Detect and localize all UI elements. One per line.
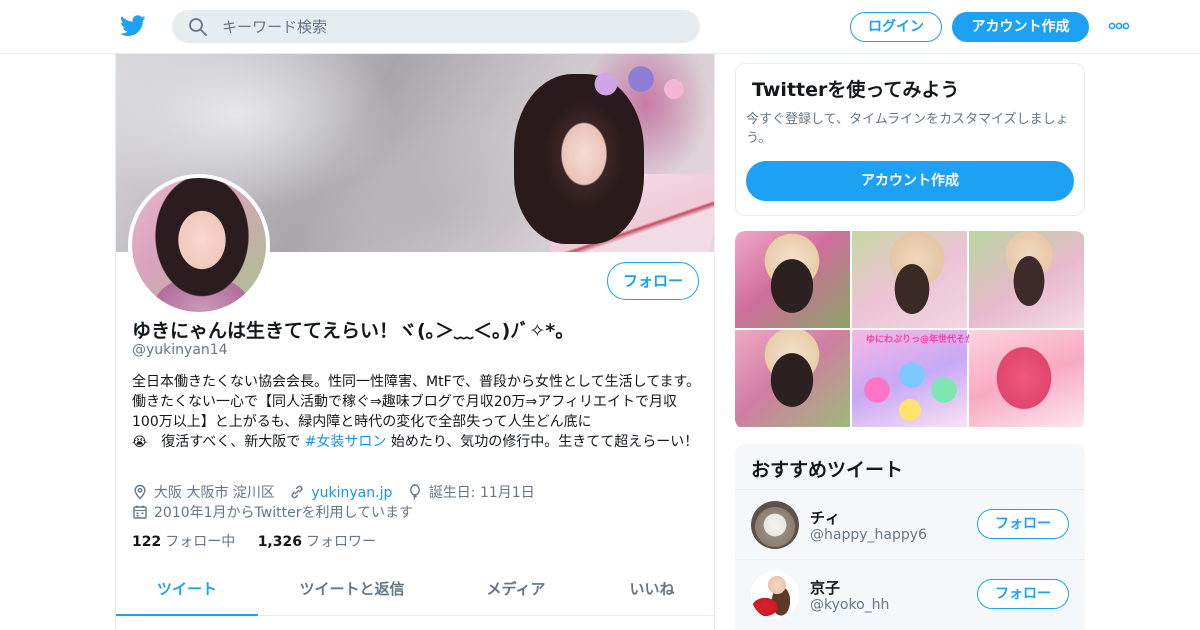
bio-text: 全日本働きたくない協会会長。性同一性障害、MtFで、普段から女性として生活してま… [132, 374, 701, 430]
joined-text: 2010年1月からTwitterを利用しています [154, 505, 414, 521]
location-item: 大阪 大阪市 淀川区 [132, 482, 275, 502]
media-thumbnail[interactable]: ゆにわぷりっ@年世代そかわいいしたゃれ♥ [852, 330, 1045, 427]
media-grid: ゆにわぷりっ@年世代そかわいいしたゃれ♥ [735, 231, 1085, 429]
birthday-text: 誕生日: 11月1日 [428, 485, 535, 501]
followers-count: 1,326 [257, 534, 302, 550]
calendar-icon [133, 505, 147, 519]
birthday-item: 誕生日: 11月1日 [407, 482, 535, 502]
follow-button[interactable]: フォロー [607, 262, 699, 300]
tab-likes[interactable]: いいね [608, 564, 696, 616]
following-label: フォロー中 [165, 534, 236, 550]
tab-tweets-and-replies[interactable]: ツイートと返信 [278, 564, 426, 616]
media-thumbnail[interactable] [969, 330, 1084, 427]
following-count-link[interactable]: 122 フォロー中 [132, 534, 235, 550]
profile-meta: 大阪 大阪市 淀川区 yukinyan.jp 誕生日: 11月1日 [132, 482, 545, 502]
bio-text: 始めたり、気功の修行中。生きてて超えらーい！ [386, 434, 699, 450]
media-thumbnail[interactable] [735, 330, 850, 427]
hashtag-link[interactable]: #女装サロン [305, 434, 387, 450]
profile-avatar[interactable] [128, 174, 270, 316]
signup-button[interactable]: アカウント作成 [952, 12, 1089, 42]
signup-card-title: Twitterを使ってみよう [752, 79, 960, 101]
recommended-title: おすすめツイート [751, 459, 904, 481]
signup-card-text: 今すぐ登録して、タイムラインをカスタマイズしましょう。 [746, 112, 1069, 146]
more-icon[interactable] [1108, 22, 1130, 30]
user-name[interactable]: 京子 [810, 577, 840, 598]
profile-tabs: ツイート ツイートと返信 メディア いいね [116, 564, 714, 616]
avatar[interactable] [751, 571, 799, 619]
recommended-tweets: おすすめツイート チィ @happy_happy6 フォロー 京子 @kyoko… [735, 444, 1085, 630]
follow-user-button[interactable]: フォロー [977, 579, 1069, 609]
user-handle: @happy_happy6 [810, 527, 927, 543]
profile-joined: 2010年1月からTwitterを利用しています [132, 502, 423, 522]
location-icon [134, 484, 146, 500]
following-count: 122 [132, 534, 162, 550]
signup-card: Twitterを使ってみよう 今すぐ登録して、タイムラインをカスタマイズしましょ… [735, 63, 1085, 216]
list-item[interactable]: 京子 @kyoko_hh フォロー [735, 559, 1085, 629]
user-name[interactable]: チィ [810, 507, 840, 528]
top-navigation: ログイン アカウント作成 [0, 0, 1200, 54]
tab-media[interactable]: メディア [464, 564, 568, 616]
signup-card-button[interactable]: アカウント作成 [746, 161, 1074, 201]
user-handle: @kyoko_hh [810, 597, 890, 613]
search-icon [189, 18, 207, 36]
followers-count-link[interactable]: 1,326 フォロワー [258, 534, 376, 550]
link-icon [291, 485, 303, 498]
avatar[interactable] [751, 501, 799, 549]
joined-item: 2010年1月からTwitterを利用しています [132, 502, 413, 522]
search-input[interactable] [222, 16, 682, 38]
profile-column: フォロー ゆきにゃんは生きててえらい！ヾ(｡＞﹏＜｡)ﾉﾞ✧*。 @yukiny… [115, 54, 715, 630]
banner-flower-shape [586, 54, 696, 114]
bio-text: 復活すべく、新大阪で [147, 434, 305, 450]
followers-label: フォロワー [305, 534, 376, 550]
profile-bio: 全日本働きたくない協会会長。性同一性障害、MtFで、普段から女性として生活してま… [132, 372, 702, 453]
media-thumbnail[interactable] [735, 231, 850, 328]
crying-emoji-icon: 😭 [132, 435, 148, 450]
website-item[interactable]: yukinyan.jp [289, 484, 392, 501]
display-name: ゆきにゃんは生きててえらい！ヾ(｡＞﹏＜｡)ﾉﾞ✧*。 [132, 320, 575, 342]
search-box[interactable] [172, 10, 700, 43]
media-thumbnail[interactable] [969, 231, 1084, 328]
follow-user-button[interactable]: フォロー [977, 509, 1069, 539]
login-button[interactable]: ログイン [850, 12, 942, 42]
website-link[interactable]: yukinyan.jp [311, 485, 392, 501]
twitter-bird-icon[interactable] [120, 14, 146, 38]
balloon-icon [409, 484, 420, 500]
follow-counts: 122 フォロー中 1,326 フォロワー [132, 531, 394, 551]
list-item[interactable]: チィ @happy_happy6 フォロー [735, 489, 1085, 559]
tab-tweets[interactable]: ツイート [116, 564, 258, 616]
media-thumbnail[interactable] [852, 231, 967, 328]
location-text: 大阪 大阪市 淀川区 [154, 485, 275, 501]
screen-name[interactable]: @yukinyan14 [132, 342, 228, 358]
